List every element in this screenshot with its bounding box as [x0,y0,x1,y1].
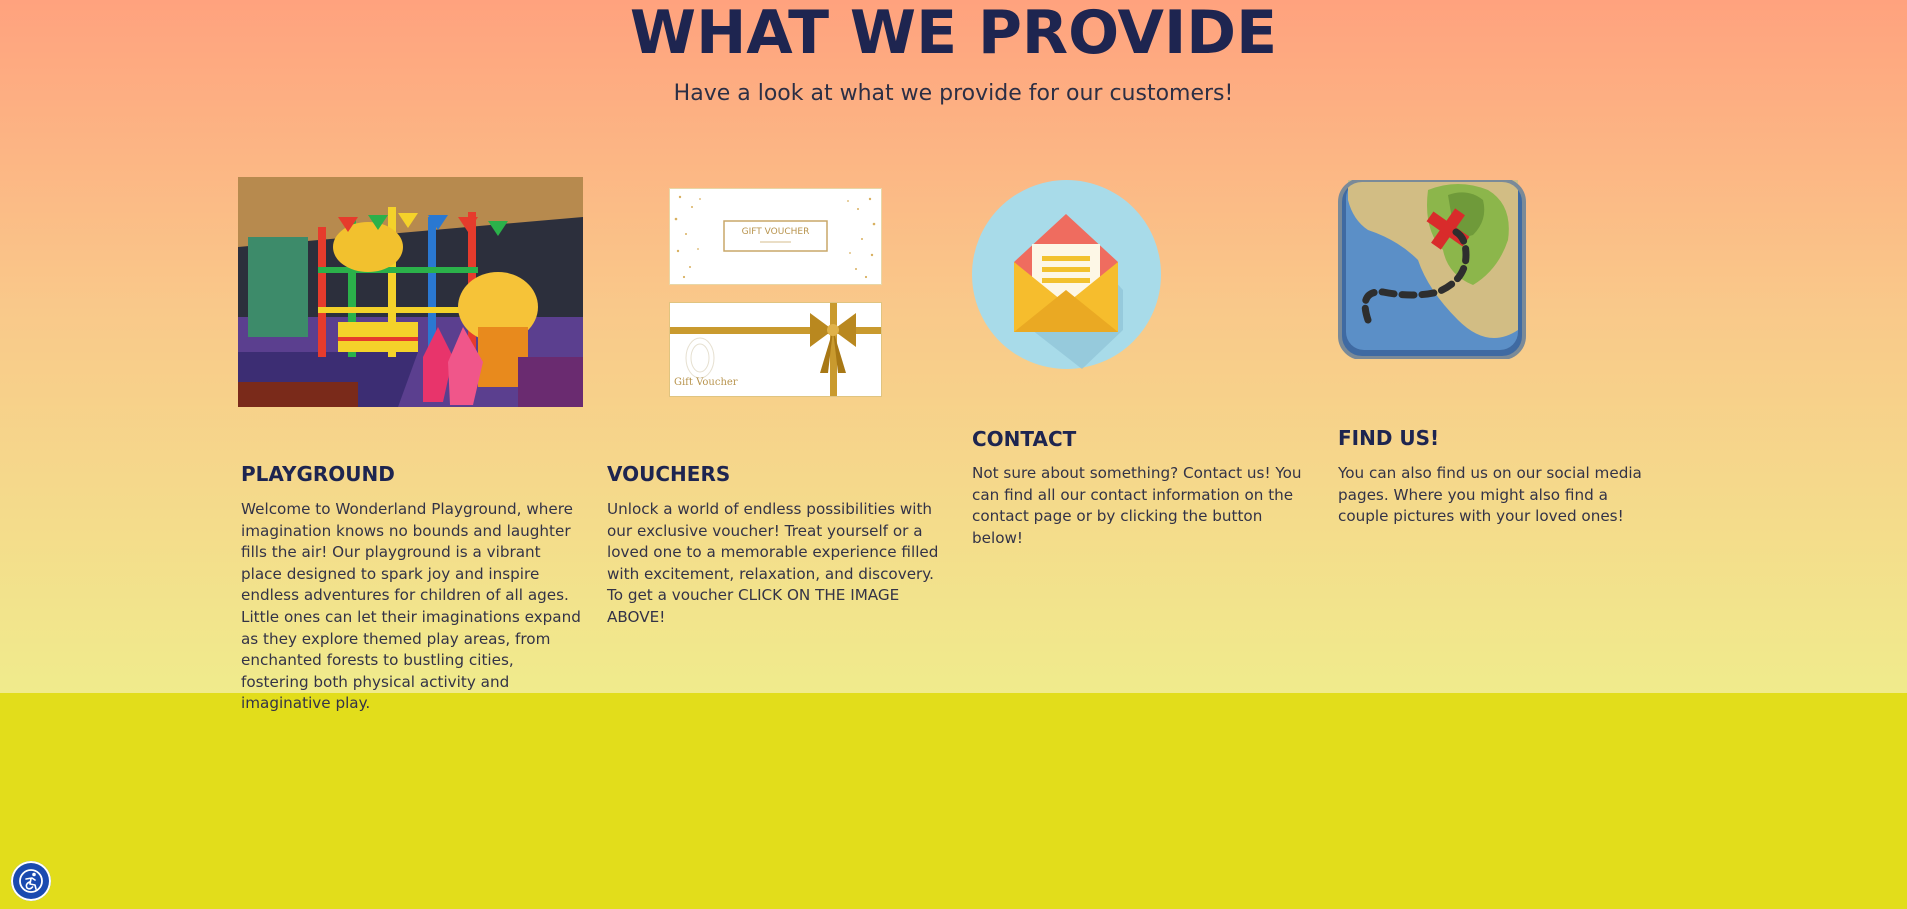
accessibility-button[interactable] [11,861,51,901]
playground-text: Welcome to Wonderland Playground, where … [241,500,581,713]
vouchers-text: Unlock a world of endless possibilities … [607,500,939,626]
playground-heading: PLAYGROUND [241,462,395,486]
find-us-text: You can also find us on our social media… [1338,464,1642,526]
treasure-map-icon[interactable] [1338,178,1526,360]
voucher-top-image[interactable]: GIFT VOUCHER [669,188,882,285]
accessibility-icon [19,869,43,893]
page-subtitle: Have a look at what we provide for our c… [673,81,1234,106]
voucher-top-label: GIFT VOUCHER [741,227,810,237]
page-title: WHAT WE PROVIDE [629,0,1278,68]
contact-heading: CONTACT [972,427,1077,451]
voucher-bottom-label: Gift Voucher [674,377,738,388]
vouchers-heading: VOUCHERS [607,462,731,486]
contact-text: Not sure about something? Contact us! Yo… [972,464,1302,547]
envelope-icon[interactable] [972,180,1161,369]
what-we-provide-section: WHAT WE PROVIDE Have a look at what we p… [0,0,1907,712]
playground-illustration [238,177,583,407]
playground-image [238,177,583,407]
find-us-heading: FIND US! [1338,426,1440,450]
voucher-bottom-image[interactable]: Gift Voucher [669,302,882,397]
